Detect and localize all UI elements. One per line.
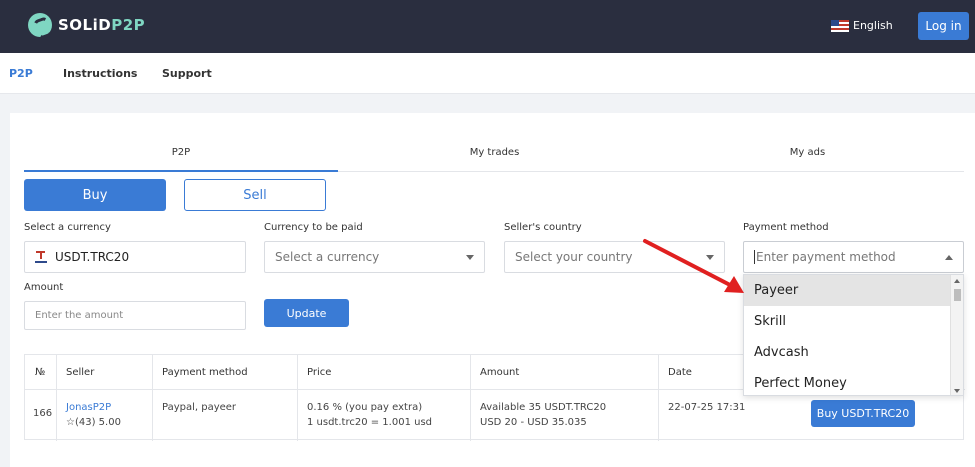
amount-cell: Available 35 USDT.TRC20 USD 20 - USD 35.…	[480, 400, 606, 430]
price-line-2: 1 usdt.trc20 = 1.001 usd	[307, 417, 433, 428]
active-tab-indicator	[24, 170, 338, 172]
paid-currency-select[interactable]: Select a currency	[264, 241, 485, 273]
nav-item-support[interactable]: Support	[162, 67, 212, 80]
column-header-date: Date	[668, 367, 692, 378]
amount-label: Amount	[24, 282, 64, 293]
scroll-up-icon[interactable]	[954, 279, 960, 283]
nav-item-p2p[interactable]: P2P	[9, 67, 33, 80]
column-divider	[297, 355, 298, 441]
currency-select[interactable]: USDT.TRC20	[24, 241, 246, 273]
buy-offer-button[interactable]: Buy USDT.TRC20	[811, 400, 915, 427]
logo-icon	[28, 13, 52, 37]
date-cell: 22-07-25 17:31	[668, 402, 746, 413]
seller-link[interactable]: JonasP2P	[66, 400, 121, 415]
sub-navigation: P2P Instructions Support	[0, 53, 975, 94]
currency-label: Select a currency	[24, 222, 111, 233]
login-button[interactable]: Log in	[918, 12, 969, 40]
payment-method-dropdown: Payeer Skrill Advcash Perfect Money	[743, 274, 964, 396]
sell-toggle-button[interactable]: Sell	[184, 179, 326, 211]
logo-text-main: SOLiD	[58, 16, 112, 34]
column-header-payment: Payment method	[162, 367, 248, 378]
country-label: Seller's country	[504, 222, 582, 233]
tab-my-trades[interactable]: My trades	[338, 147, 651, 158]
scroll-thumb[interactable]	[954, 289, 961, 301]
payment-method-label: Payment method	[743, 222, 829, 233]
tron-icon	[35, 250, 47, 264]
chevron-down-icon	[706, 255, 714, 260]
language-selector[interactable]: English	[831, 19, 893, 32]
paid-currency-placeholder: Select a currency	[275, 250, 380, 264]
scroll-down-icon[interactable]	[954, 389, 960, 393]
amount-line-1: Available 35 USDT.TRC20	[480, 402, 607, 413]
tab-bar: P2P My trades My ads	[24, 140, 964, 172]
column-divider	[56, 355, 57, 441]
amount-input[interactable]: Enter the amount	[24, 301, 246, 330]
seller-cell: JonasP2P ☆(43) 5.00	[66, 400, 121, 430]
top-bar: SOLiDP2P English Log in	[0, 0, 975, 53]
payment-cell: Paypal, payeer	[162, 402, 237, 413]
row-number: 166	[33, 408, 53, 419]
column-divider	[470, 355, 471, 441]
currency-select-value: USDT.TRC20	[55, 250, 130, 264]
update-button[interactable]: Update	[264, 299, 349, 327]
logo[interactable]: SOLiDP2P	[28, 13, 145, 37]
country-select[interactable]: Select your country	[504, 241, 725, 273]
price-cell: 0.16 % (you pay extra) 1 usdt.trc20 = 1.…	[307, 400, 432, 430]
buy-toggle-button[interactable]: Buy	[24, 179, 166, 211]
column-divider	[658, 355, 659, 441]
us-flag-icon	[831, 19, 849, 32]
language-label: English	[853, 19, 893, 32]
nav-item-instructions[interactable]: Instructions	[63, 67, 137, 80]
dropdown-option-perfect-money[interactable]: Perfect Money	[744, 368, 951, 395]
column-header-amount: Amount	[480, 367, 520, 378]
dropdown-option-skrill[interactable]: Skrill	[744, 306, 951, 337]
payment-method-placeholder: Enter payment method	[754, 250, 896, 264]
tab-my-ads[interactable]: My ads	[651, 147, 964, 158]
payment-method-input[interactable]: Enter payment method	[743, 241, 964, 273]
country-placeholder: Select your country	[515, 250, 633, 264]
chevron-down-icon	[466, 255, 474, 260]
column-divider	[152, 355, 153, 441]
column-header-number: №	[35, 367, 46, 378]
column-header-seller: Seller	[66, 367, 95, 378]
price-line-1: 0.16 % (you pay extra)	[307, 402, 423, 413]
logo-text-accent: P2P	[111, 16, 146, 34]
dropdown-scrollbar[interactable]	[950, 275, 963, 395]
tab-p2p[interactable]: P2P	[24, 147, 338, 158]
logo-text: SOLiDP2P	[58, 16, 145, 34]
paid-currency-label: Currency to be paid	[264, 222, 363, 233]
dropdown-option-advcash[interactable]: Advcash	[744, 337, 951, 368]
amount-line-2: USD 20 - USD 35.035	[480, 417, 587, 428]
dropdown-option-payeer[interactable]: Payeer	[744, 275, 951, 306]
column-header-price: Price	[307, 367, 332, 378]
chevron-up-icon	[945, 255, 953, 260]
seller-rating: ☆(43) 5.00	[66, 417, 121, 428]
